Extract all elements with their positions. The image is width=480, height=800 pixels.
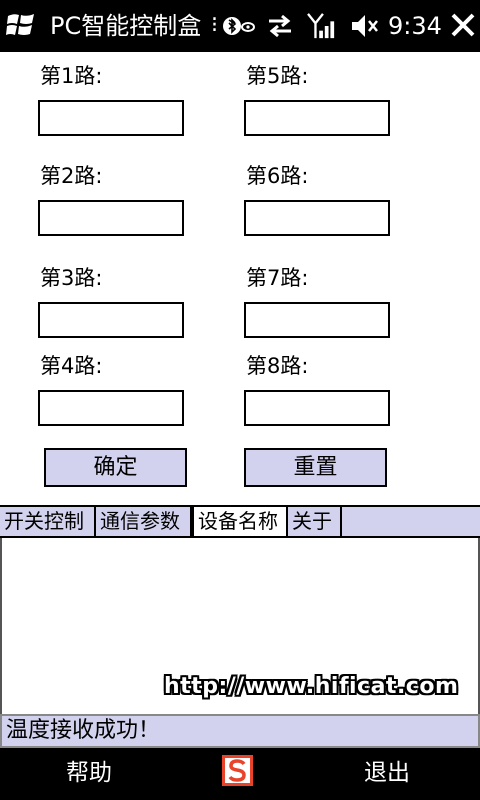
volume-mute-icon[interactable] [350,12,380,40]
close-icon[interactable] [450,12,476,38]
channel-4-label: 第4路: [40,354,103,378]
tab-comm-params[interactable]: 通信参数 [96,507,192,538]
data-transfer-icon [269,14,291,38]
watermark: http://www.hificat.com [164,674,459,699]
title-overflow-dots: ⁝ [211,13,218,38]
channel-6-input[interactable] [244,200,390,236]
channel-8-input[interactable] [244,390,390,426]
channel-4-input[interactable] [38,390,184,426]
reset-button[interactable]: 重置 [244,448,387,487]
tab-switch-control[interactable]: 开关控制 [0,507,96,538]
softkey-bar: 帮助 退出 [0,748,480,800]
tab-device-name[interactable]: 设备名称 [192,507,288,538]
channel-5-input[interactable] [244,100,390,136]
exit-softkey[interactable]: 退出 [364,758,410,788]
channel-6-label: 第6路: [246,164,309,188]
status-message: 温度接收成功！ [0,714,480,748]
clock: 9:34 [388,12,442,40]
confirm-button[interactable]: 确定 [44,448,187,487]
windows-logo-icon[interactable] [6,10,36,40]
channel-3-label: 第3路: [40,266,103,290]
status-bar: PC智能控制盒 ⁝ 9:34 [0,0,480,52]
bluetooth-icon[interactable] [222,12,256,40]
channel-3-input[interactable] [38,302,184,338]
signal-icon [307,13,335,39]
channel-1-label: 第1路: [40,64,103,88]
channel-7-label: 第7路: [246,266,309,290]
channel-5-label: 第5路: [246,64,309,88]
tab-strip: 开关控制 通信参数 设备名称 关于 [0,505,480,538]
tab-about[interactable]: 关于 [288,507,342,538]
channel-7-input[interactable] [244,302,390,338]
channel-8-label: 第8路: [246,354,309,378]
help-softkey[interactable]: 帮助 [66,758,112,788]
app-title: PC智能控制盒 [50,12,202,40]
channel-1-input[interactable] [38,100,184,136]
channel-2-input[interactable] [38,200,184,236]
channel-2-label: 第2路: [40,164,103,188]
sogou-ime-icon[interactable] [222,755,253,786]
